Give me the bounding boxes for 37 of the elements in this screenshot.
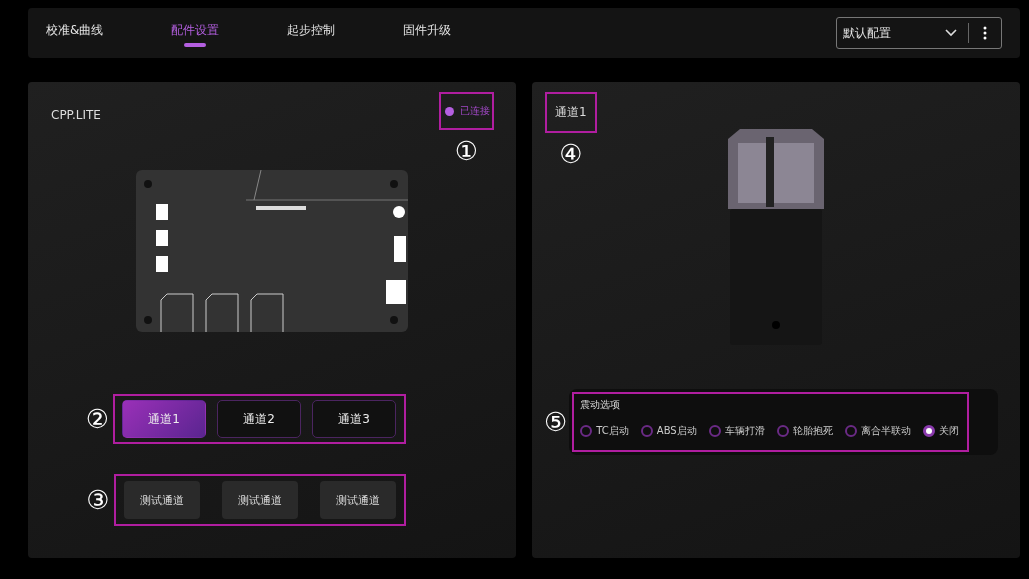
radio-button[interactable] bbox=[708, 425, 721, 437]
connection-status: 已连接 bbox=[460, 104, 490, 118]
radio-button[interactable] bbox=[844, 425, 857, 437]
channel-button[interactable]: 通道3 bbox=[312, 400, 397, 438]
nav-tab[interactable]: 配件设置 bbox=[171, 21, 220, 45]
vibration-option[interactable]: ABS启动 bbox=[640, 424, 697, 438]
profile-select[interactable]: 默认配置 bbox=[836, 17, 1002, 49]
annotation-number: ⑤ bbox=[544, 409, 568, 435]
radio-button[interactable] bbox=[580, 425, 593, 437]
annotation-number: ① bbox=[454, 138, 479, 164]
vibration-option[interactable]: 离合半联动 bbox=[844, 424, 911, 438]
radio-button[interactable] bbox=[776, 425, 789, 437]
test-channel-button[interactable]: 测试通道 bbox=[123, 481, 200, 519]
test-channel-button[interactable]: 测试通道 bbox=[221, 481, 298, 519]
profile-select-value: 默认配置 bbox=[843, 24, 892, 42]
vibration-option[interactable]: TC启动 bbox=[580, 424, 629, 438]
chevron-down-icon bbox=[944, 28, 958, 38]
nav-tab[interactable]: 固件升级 bbox=[403, 21, 452, 45]
radio-button[interactable] bbox=[640, 425, 653, 437]
channel-title: 通道1 bbox=[555, 104, 587, 121]
active-tab-indicator bbox=[184, 42, 207, 47]
test-channel-button[interactable]: 测试通道 bbox=[319, 481, 396, 519]
vibration-option[interactable]: 车辆打滑 bbox=[708, 424, 765, 438]
annotation-number: ③ bbox=[86, 487, 110, 513]
vibration-title: 震动选项 bbox=[580, 398, 621, 412]
more-vertical-icon bbox=[983, 26, 987, 40]
status-dot bbox=[445, 106, 454, 116]
vibration-option[interactable]: 轮胎抱死 bbox=[776, 424, 833, 438]
annotation-number: ④ bbox=[559, 141, 583, 167]
channel-button[interactable]: 通道2 bbox=[217, 400, 302, 438]
radio-button[interactable] bbox=[922, 425, 935, 437]
vibration-option[interactable]: 关闭 bbox=[922, 424, 959, 438]
nav-tab[interactable]: 校准&曲线 bbox=[46, 21, 104, 45]
device-name: CPP.LITE bbox=[51, 108, 101, 122]
channel-button[interactable]: 通道1 bbox=[122, 400, 207, 438]
nav-tab[interactable]: 起步控制 bbox=[287, 21, 336, 45]
annotation-number: ② bbox=[85, 406, 110, 432]
